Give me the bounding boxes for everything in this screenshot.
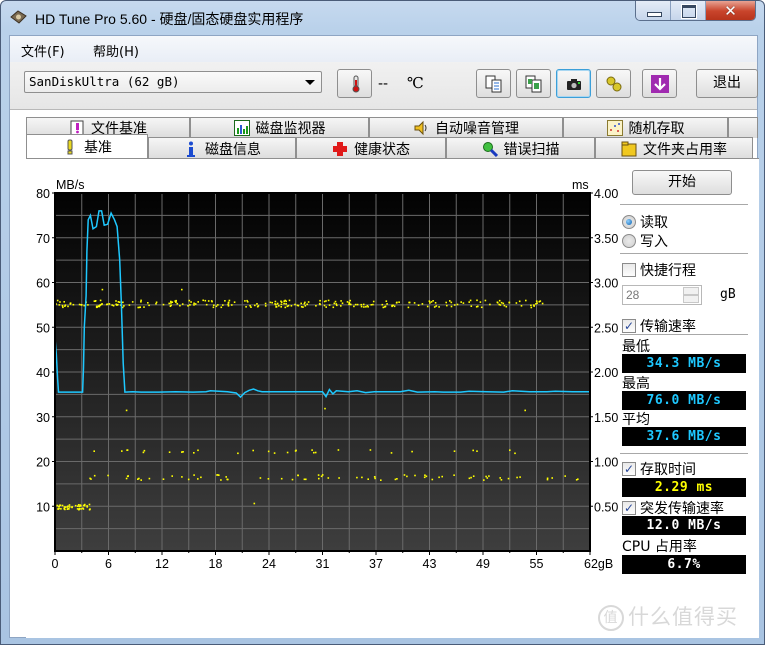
copy-text-button[interactable] xyxy=(476,69,511,98)
copy-image-icon xyxy=(525,75,542,93)
health-icon xyxy=(333,141,347,156)
drive-select-value: SanDiskUltra (62 gB) xyxy=(29,74,180,89)
write-radio[interactable] xyxy=(622,234,636,248)
watermark: 值什么值得买 xyxy=(598,601,738,631)
min-value: 34.3 MB/s xyxy=(622,354,746,373)
short-stroke-label: 快捷行程 xyxy=(640,263,696,279)
chevron-down-icon xyxy=(305,80,315,85)
access-time-option[interactable]: ✓ 存取时间 xyxy=(622,459,696,479)
tab-label: 基准 xyxy=(84,139,112,156)
read-option[interactable]: 读取 xyxy=(622,212,668,232)
max-label: 最高 xyxy=(622,376,650,392)
divider xyxy=(620,453,748,454)
burst-rate-checkbox[interactable]: ✓ xyxy=(622,501,636,515)
avg-label: 平均 xyxy=(622,412,650,428)
tab-label: 文件夹占用率 xyxy=(643,141,727,158)
tab-more[interactable] xyxy=(728,117,758,138)
min-label: 最低 xyxy=(622,339,650,355)
start-button[interactable]: 开始 xyxy=(632,170,732,195)
spin-down-icon[interactable] xyxy=(683,295,699,303)
window-controls: ✕ xyxy=(635,1,756,21)
avg-value: 37.6 MB/s xyxy=(622,427,746,446)
tab-label: 自动噪音管理 xyxy=(435,121,519,137)
benchmark-icon xyxy=(67,139,73,154)
burst-rate-option[interactable]: ✓ 突发传输速率 xyxy=(622,498,724,518)
speaker-icon xyxy=(414,120,427,136)
copy-screenshot-button[interactable] xyxy=(516,69,551,98)
temperature-unit: ℃ xyxy=(407,74,424,92)
tab-label: 磁盘信息 xyxy=(205,141,261,158)
max-value: 76.0 MB/s xyxy=(622,391,746,410)
read-label: 读取 xyxy=(640,215,668,231)
divider xyxy=(620,253,748,254)
tab-row-front: 基准 磁盘信息 健康状态 错误扫描 文件夹占用率 xyxy=(26,134,753,159)
access-time-label: 存取时间 xyxy=(640,462,696,478)
screenshot-button[interactable] xyxy=(556,69,591,98)
watermark-logo-icon: 值 xyxy=(598,605,624,631)
cpu-usage-value: 6.7% xyxy=(622,555,746,574)
short-stroke-checkbox[interactable] xyxy=(622,263,636,277)
temperature-value: -- xyxy=(378,76,389,92)
minimize-button[interactable] xyxy=(636,1,671,20)
options-icon xyxy=(606,76,622,92)
temperature-button[interactable] xyxy=(337,69,372,98)
tab-disk-monitor[interactable]: 磁盘监视器 xyxy=(190,117,369,138)
download-button[interactable] xyxy=(642,69,677,98)
access-time-value: 2.29 ms xyxy=(622,478,746,497)
menu-help[interactable]: 帮助(H) xyxy=(93,41,139,60)
divider xyxy=(620,334,748,335)
camera-icon xyxy=(567,79,581,90)
exit-button[interactable]: 退出 xyxy=(696,69,758,98)
copy-text-icon xyxy=(485,75,502,93)
transfer-rate-checkbox[interactable]: ✓ xyxy=(622,319,636,333)
drive-select[interactable]: SanDiskUltra (62 gB) xyxy=(24,71,322,93)
download-icon xyxy=(651,75,669,93)
hard-disk-icon xyxy=(10,10,27,24)
cpu-usage-label: CPU 占用率 xyxy=(622,539,697,555)
burst-rate-value: 12.0 MB/s xyxy=(622,516,746,535)
watermark-text: 什么值得买 xyxy=(628,605,738,629)
divider xyxy=(620,204,748,205)
tab-error-scan[interactable]: 错误扫描 xyxy=(446,137,595,159)
thermometer-icon xyxy=(352,75,360,93)
spin-up-icon[interactable] xyxy=(683,287,699,295)
write-label: 写入 xyxy=(640,234,668,250)
tab-noise-management[interactable]: 自动噪音管理 xyxy=(369,117,563,138)
window-title: HD Tune Pro 5.60 - 硬盘/固态硬盘实用程序 xyxy=(35,11,304,27)
tab-label: 错误扫描 xyxy=(503,141,560,158)
disk-monitor-icon xyxy=(233,120,250,136)
tab-label: 健康状态 xyxy=(354,141,410,158)
menu-file[interactable]: 文件(F) xyxy=(21,41,65,60)
tab-folder-usage[interactable]: 文件夹占用率 xyxy=(595,137,753,159)
transfer-rate-label: 传输速率 xyxy=(640,319,696,335)
info-icon xyxy=(187,141,195,157)
tab-random-access[interactable]: 随机存取 xyxy=(563,117,728,138)
folder-icon xyxy=(621,141,637,156)
options-button[interactable] xyxy=(596,69,631,98)
tab-label: 随机存取 xyxy=(628,121,685,137)
read-radio[interactable] xyxy=(622,215,636,229)
tab-health[interactable]: 健康状态 xyxy=(296,137,446,159)
write-option[interactable]: 写入 xyxy=(622,231,668,251)
menu-bar: 文件(F) 帮助(H) xyxy=(10,36,757,62)
transfer-rate-option[interactable]: ✓ 传输速率 xyxy=(622,316,696,336)
magnifier-icon xyxy=(482,141,498,157)
short-stroke-option[interactable]: 快捷行程 xyxy=(622,260,696,280)
short-stroke-spinner[interactable]: 28 xyxy=(622,285,702,305)
random-access-icon xyxy=(606,120,623,136)
close-button[interactable]: ✕ xyxy=(706,1,755,20)
tab-disk-info[interactable]: 磁盘信息 xyxy=(148,137,296,159)
toolbar: SanDiskUltra (62 gB) -- ℃ 退出 xyxy=(10,62,758,110)
tab-benchmark[interactable]: 基准 xyxy=(26,134,148,158)
short-stroke-value: 28 xyxy=(626,288,640,302)
access-time-checkbox[interactable]: ✓ xyxy=(622,462,636,476)
burst-rate-label: 突发传输速率 xyxy=(640,501,724,517)
short-stroke-unit: gB xyxy=(720,287,736,302)
maximize-button[interactable] xyxy=(671,1,706,20)
tab-label: 磁盘监视器 xyxy=(255,121,326,137)
close-icon: ✕ xyxy=(724,2,737,20)
title-bar[interactable]: HD Tune Pro 5.60 - 硬盘/固态硬盘实用程序 ✕ xyxy=(1,1,764,35)
